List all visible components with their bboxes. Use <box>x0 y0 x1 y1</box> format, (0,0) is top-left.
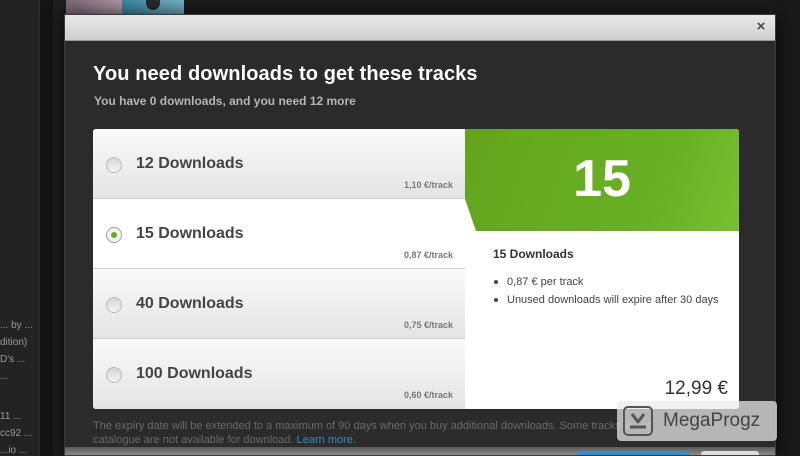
watermark-text: MegaProgz <box>663 410 761 431</box>
option-label: 100 Downloads <box>136 365 253 382</box>
download-icon <box>623 406 653 436</box>
background-text: dition) <box>0 337 28 348</box>
option-12-downloads[interactable]: 12 Downloads 1,10 €/track <box>93 129 465 199</box>
radio-button[interactable] <box>106 157 122 173</box>
download-count: 15 <box>573 150 631 208</box>
option-price: 0,87 €/track <box>403 250 453 260</box>
radio-button[interactable] <box>106 297 122 313</box>
background-text: ... by ... <box>0 320 33 331</box>
background-text: ...io ... <box>0 445 28 456</box>
option-price: 0,75 €/track <box>403 320 453 330</box>
summary-details: 0,87 € per track Unused downloads will e… <box>493 275 723 311</box>
option-15-downloads[interactable]: 15 Downloads 0,87 €/track <box>93 199 465 269</box>
option-40-downloads[interactable]: 40 Downloads 0,75 €/track <box>93 269 465 339</box>
package-price: 12,99 € <box>664 378 728 399</box>
background-text: 11 ... <box>0 411 22 422</box>
package-options: 12 Downloads 1,10 €/track 15 Downloads 0… <box>93 129 465 409</box>
option-label: 40 Downloads <box>136 295 244 312</box>
background-left-panel: ... by ... dition) D's ... ... 11 ... cc… <box>0 0 40 456</box>
close-button[interactable]: × <box>753 19 769 35</box>
expiry-note: The expiry date will be extended to a ma… <box>93 419 653 447</box>
package-summary: 15 15 Downloads 0,87 € per track Unused … <box>465 129 739 409</box>
buy-button[interactable] <box>577 451 689 455</box>
background-thumbnails <box>66 0 184 14</box>
radio-button[interactable] <box>106 367 122 383</box>
selection-pointer <box>465 199 477 269</box>
background-right-panel <box>774 0 800 456</box>
option-label: 15 Downloads <box>136 225 244 242</box>
summary-header: 15 <box>465 129 739 231</box>
option-100-downloads[interactable]: 100 Downloads 0,60 €/track <box>93 339 465 409</box>
buy-downloads-dialog: × You need downloads to get these tracks… <box>64 14 776 456</box>
dialog-subtitle: You have 0 downloads, and you need 12 mo… <box>94 94 356 108</box>
option-price: 1,10 €/track <box>403 180 453 190</box>
summary-bullet: 0,87 € per track <box>493 275 723 289</box>
cancel-button[interactable] <box>701 451 759 455</box>
summary-bullet: Unused downloads will expire after 30 da… <box>493 293 723 307</box>
background-text: cc92 ... <box>0 428 33 439</box>
album-thumbnail[interactable] <box>122 0 184 14</box>
background-divider <box>40 0 53 456</box>
background-text: ... <box>0 371 9 382</box>
dialog-titlebar: × <box>65 15 775 41</box>
expiry-note-text: The expiry date will be extended to a ma… <box>93 420 652 446</box>
dialog-bottom-bar <box>65 447 775 455</box>
album-thumbnail[interactable] <box>66 0 122 14</box>
background-text: D's ... <box>0 354 26 365</box>
dialog-title: You need downloads to get these tracks <box>93 63 478 85</box>
option-price: 0,60 €/track <box>403 390 453 400</box>
package-panel: 12 Downloads 1,10 €/track 15 Downloads 0… <box>93 129 739 409</box>
summary-title: 15 Downloads <box>493 247 574 261</box>
option-label: 12 Downloads <box>136 155 244 172</box>
learn-more-link[interactable]: Learn more. <box>297 434 356 446</box>
watermark: MegaProgz <box>617 401 777 441</box>
radio-button-selected[interactable] <box>106 227 122 243</box>
